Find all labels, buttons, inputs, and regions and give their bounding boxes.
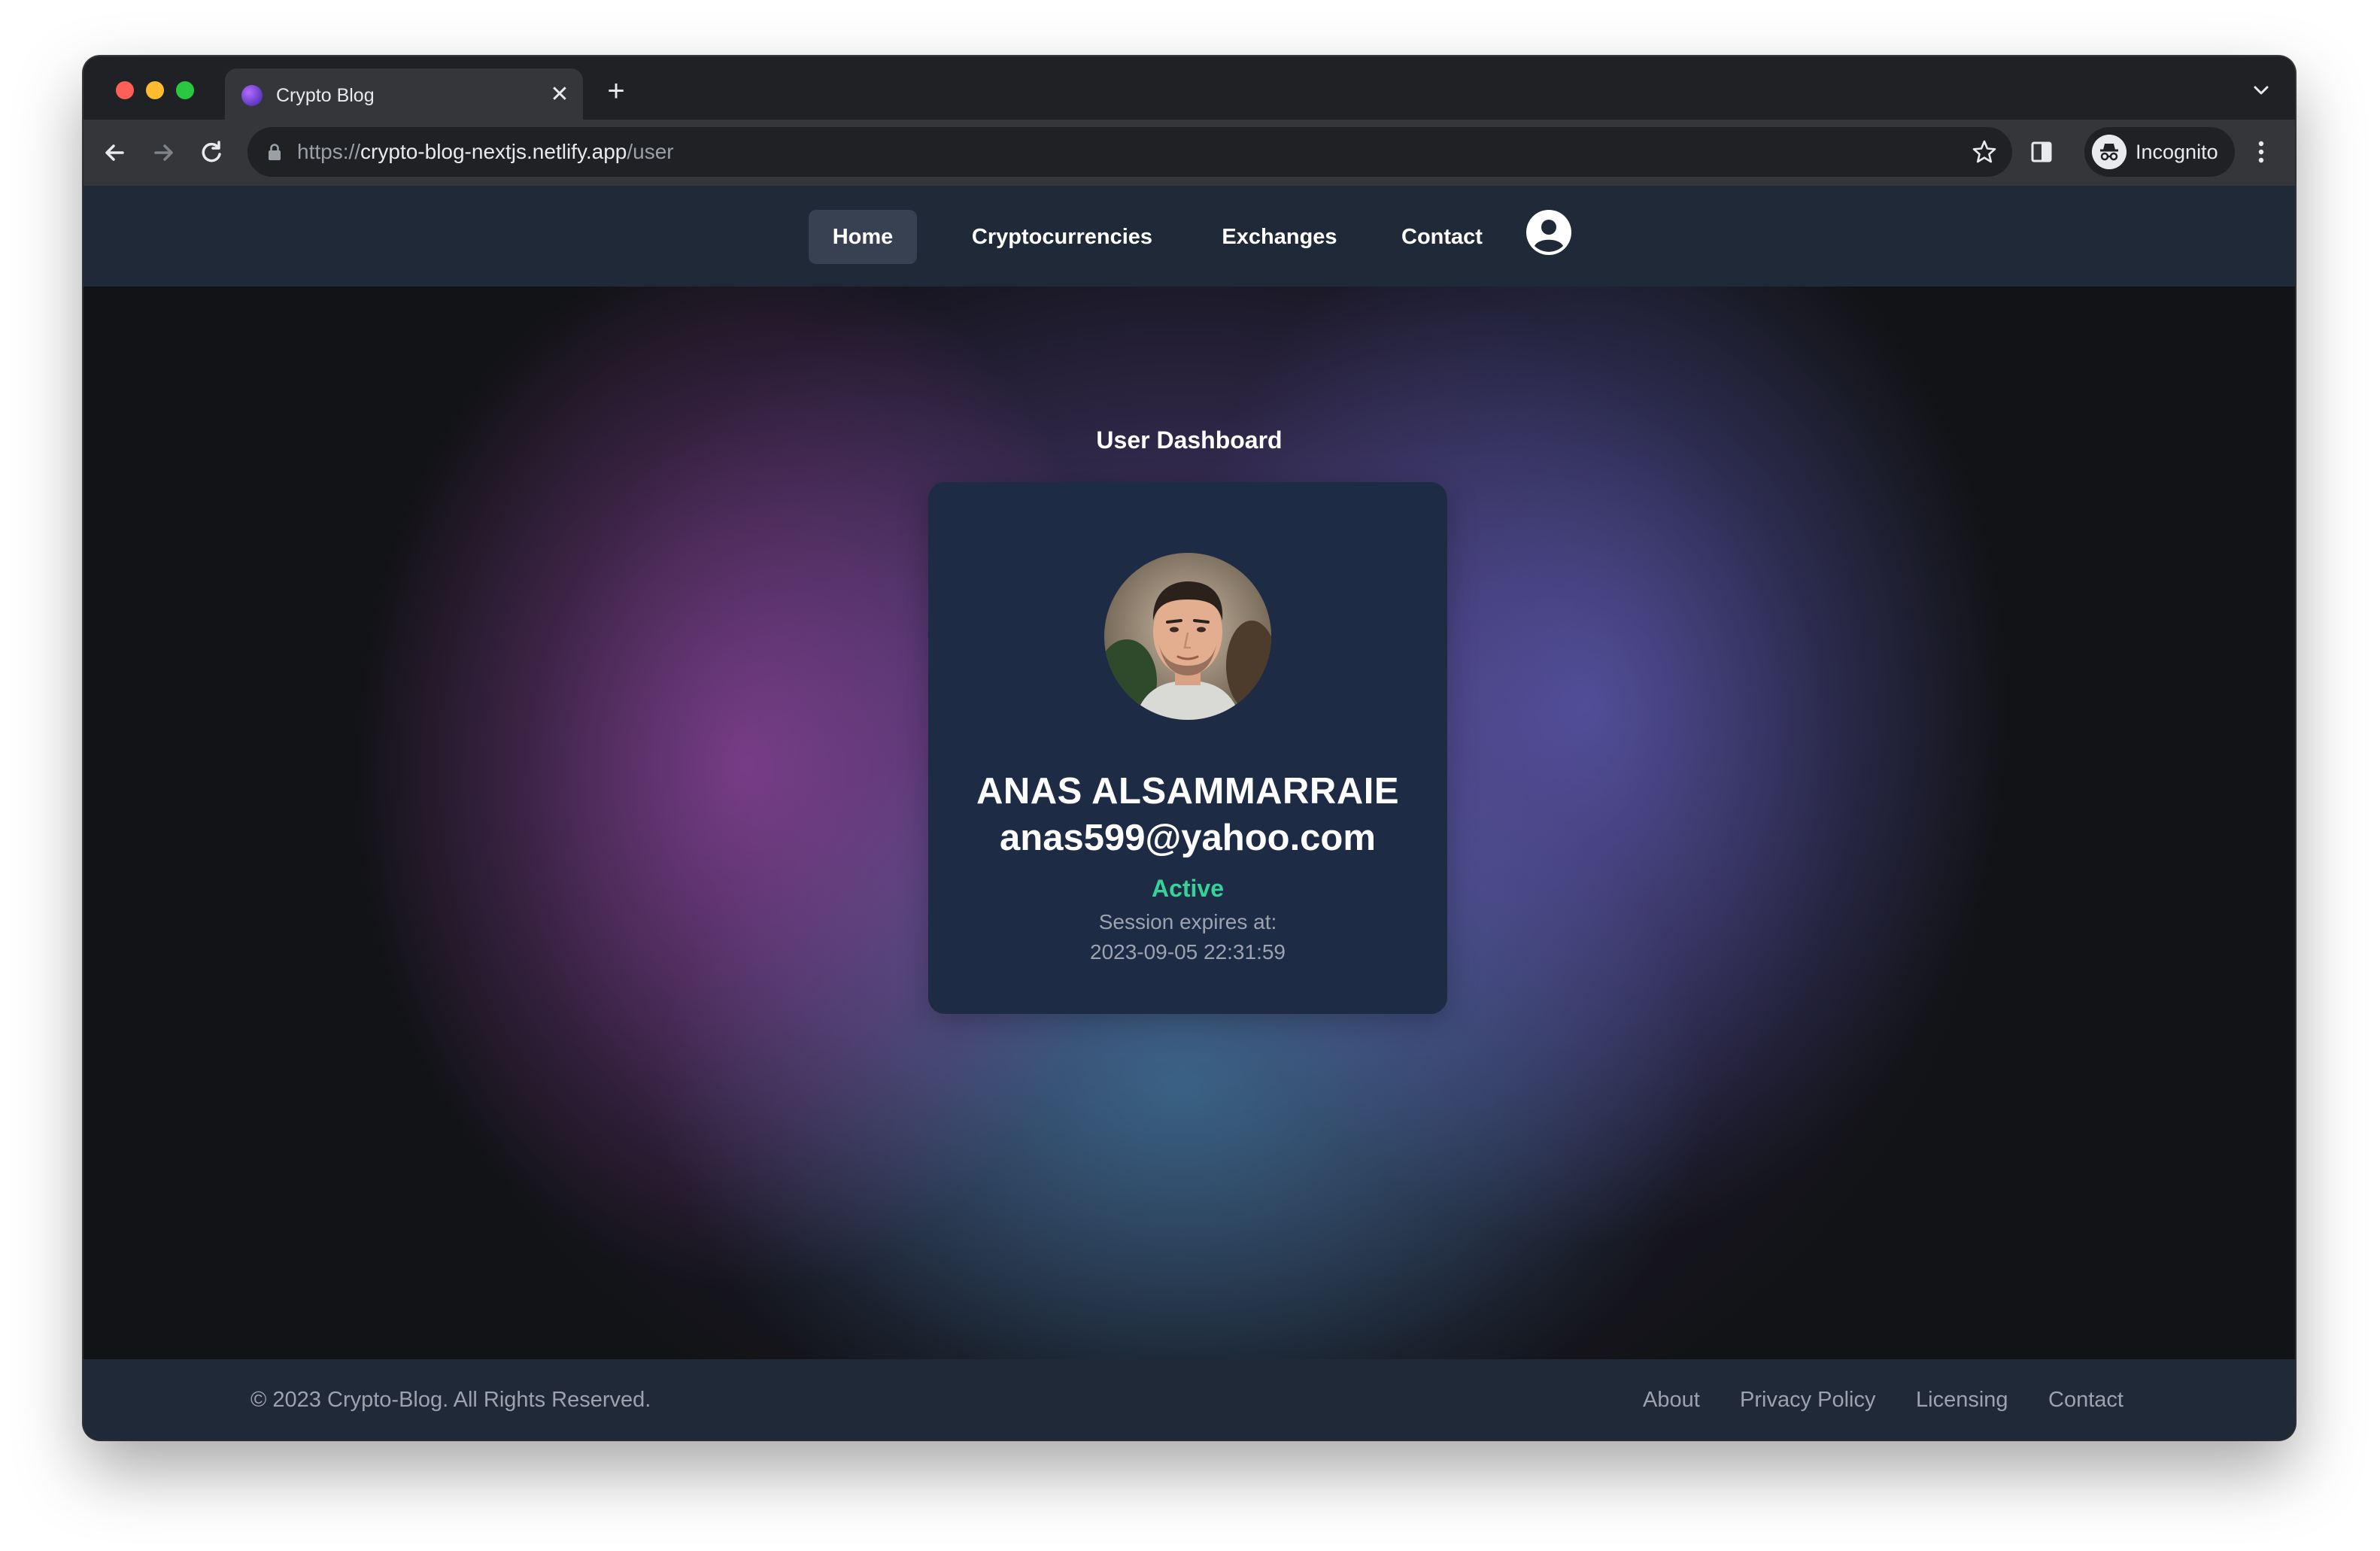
web-page: Home Cryptocurrencies Exchanges Contact … — [83, 186, 2295, 1440]
site-navbar: Home Cryptocurrencies Exchanges Contact — [83, 186, 2295, 287]
status-badge: Active — [1151, 875, 1225, 902]
url-text[interactable]: https://crypto-blog-nextjs.netlify.app/u… — [297, 139, 674, 165]
nav-exchanges[interactable]: Exchanges — [1204, 210, 1355, 264]
user-name: ANAS ALSAMMARRAIE — [976, 771, 1399, 812]
session-expires-value: 2023-09-05 22:31:59 — [1090, 940, 1286, 964]
browser-tab[interactable]: Crypto Blog ✕ — [225, 68, 583, 120]
maximize-window-button[interactable] — [176, 81, 194, 99]
arrow-left-icon[interactable] — [97, 135, 133, 171]
footer-link-contact[interactable]: Contact — [2048, 1385, 2123, 1415]
page-title: User Dashboard — [1096, 426, 1283, 454]
lock-icon[interactable] — [266, 142, 284, 162]
footer-link-licensing[interactable]: Licensing — [1916, 1385, 2008, 1415]
incognito-label: Incognito — [2136, 141, 2218, 163]
star-icon[interactable] — [1970, 138, 1999, 166]
tab-bar: Crypto Blog ✕ + — [83, 56, 2295, 120]
minimize-window-button[interactable] — [146, 81, 164, 99]
site-footer: © 2023 Crypto-Blog. All Rights Reserved.… — [83, 1359, 2295, 1440]
new-tab-button[interactable]: + — [600, 74, 633, 108]
kebab-menu-icon[interactable] — [2250, 133, 2272, 171]
nav-contact[interactable]: Contact — [1380, 210, 1504, 264]
favicon-icon — [241, 85, 263, 106]
close-window-button[interactable] — [116, 81, 134, 99]
user-email: anas599@yahoo.com — [1000, 818, 1376, 858]
tab-close-icon[interactable]: ✕ — [547, 82, 572, 108]
avatar — [1104, 553, 1271, 720]
tab-search-chevron-icon[interactable] — [2250, 79, 2272, 102]
browser-toolbar: https://crypto-blog-nextjs.netlify.app/u… — [83, 120, 2295, 186]
session-label: Session expires at: — [1098, 910, 1277, 933]
incognito-profile-button[interactable]: Incognito — [2084, 127, 2235, 177]
footer-link-privacy-policy[interactable]: Privacy Policy — [1740, 1385, 1876, 1415]
user-card: ANAS ALSAMMARRAIE anas599@yahoo.com Acti… — [928, 482, 1447, 1014]
side-panel-icon[interactable] — [2024, 135, 2059, 169]
nav-home[interactable]: Home — [809, 210, 917, 264]
nav-cryptocurrencies[interactable]: Cryptocurrencies — [941, 210, 1183, 264]
address-bar[interactable]: https://crypto-blog-nextjs.netlify.app/u… — [247, 127, 2012, 177]
url-host: crypto-blog-nextjs.netlify.app — [360, 140, 627, 163]
url-path: /user — [627, 140, 674, 163]
tab-title: Crypto Blog — [276, 85, 375, 106]
arrow-right-icon[interactable] — [145, 135, 181, 171]
reload-icon[interactable] — [193, 135, 229, 171]
user-circle-icon[interactable] — [1525, 208, 1573, 256]
incognito-icon — [2092, 135, 2127, 169]
copyright-text: © 2023 Crypto-Blog. All Rights Reserved. — [250, 1388, 651, 1412]
url-scheme: https:// — [297, 140, 361, 163]
footer-link-about[interactable]: About — [1643, 1385, 1700, 1415]
browser-window: Crypto Blog ✕ + https://crypto-blog-next… — [83, 56, 2295, 1440]
